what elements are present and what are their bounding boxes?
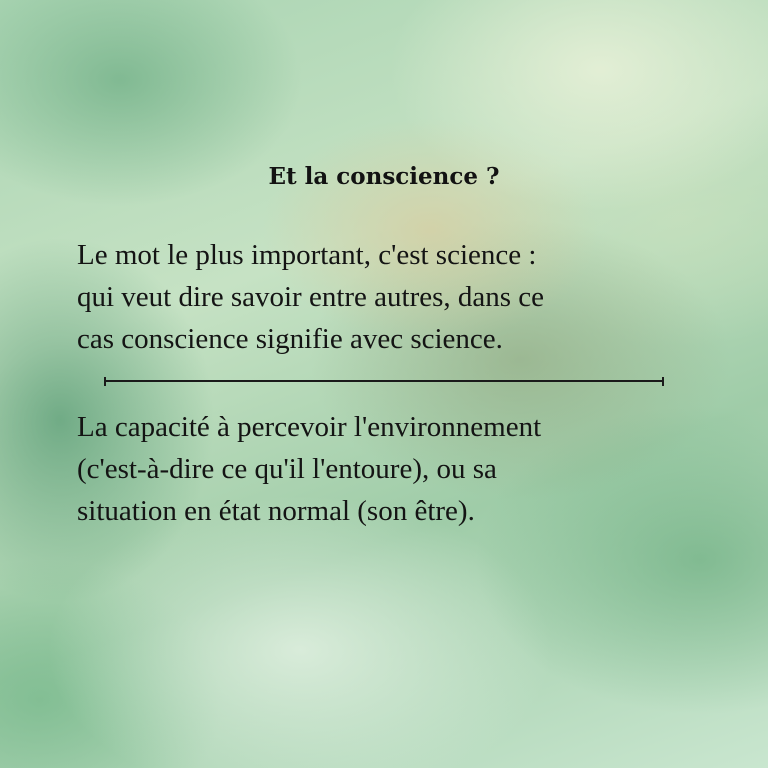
divider-cap-right [662, 377, 664, 386]
divider-bar [104, 380, 664, 382]
paragraph-line: (c'est-à-dire ce qu'il l'entoure), ou sa [77, 453, 497, 485]
slide-title: Et la conscience ? [268, 163, 500, 190]
section-divider [104, 377, 664, 386]
paragraph-line: Le mot le plus important, c'est science … [77, 239, 537, 271]
paragraph-line: qui veut dire savoir entre autres, dans … [77, 281, 545, 313]
divider-cap-left [104, 377, 106, 386]
explanation-paragraph: La capacité à percevoir l'environnement … [77, 406, 717, 532]
paragraph-line: cas conscience signifie avec science. [77, 323, 503, 355]
watercolor-background: Et la conscience ? Le mot le plus import… [0, 0, 768, 768]
paragraph-line: situation en état normal (son être). [77, 495, 475, 527]
definition-paragraph: Le mot le plus important, c'est science … [77, 234, 717, 360]
paragraph-line: La capacité à percevoir l'environnement [77, 411, 542, 443]
